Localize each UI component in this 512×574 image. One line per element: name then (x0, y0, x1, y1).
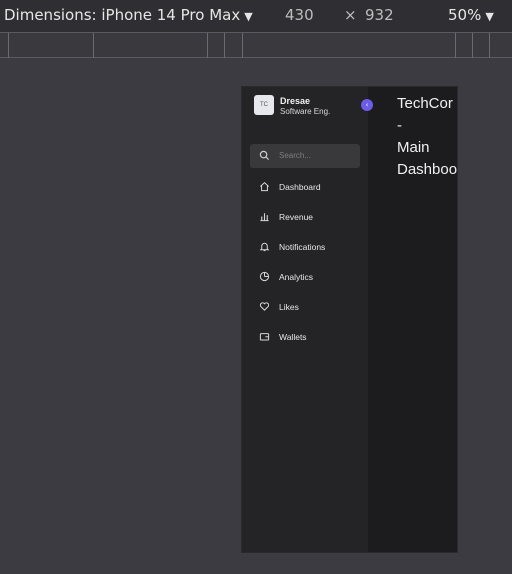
ruler-tick[interactable] (224, 33, 225, 58)
sidebar: TC Dresae Software Eng. Search... Dashbo… (242, 87, 368, 552)
sidebar-item-label: Wallets (279, 332, 307, 342)
media-query-ruler (0, 32, 512, 58)
pie-chart-icon (259, 271, 270, 282)
zoom-value: 50% (448, 6, 482, 24)
home-icon (260, 181, 269, 192)
page-title-line: TechCor (397, 95, 453, 112)
sidebar-item-label: Notifications (279, 242, 326, 252)
user-role: Software Eng. (280, 107, 331, 116)
zoom-selector[interactable]: 50% ▼ (448, 6, 494, 24)
caret-down-icon: ▼ (244, 10, 253, 23)
ruler-tick[interactable] (93, 33, 94, 58)
sidebar-item-label: Analytics (279, 272, 314, 282)
user-name: Dresae (280, 96, 311, 106)
sidebar-item-wallets[interactable]: Wallets (242, 325, 368, 349)
height-input[interactable]: 932 (365, 6, 394, 24)
heart-icon (259, 302, 270, 311)
sidebar-item-likes[interactable]: Likes (242, 295, 368, 319)
dimension-separator: × (344, 6, 357, 24)
wallet-icon (259, 333, 270, 341)
ruler-tick[interactable] (489, 33, 490, 58)
sidebar-item-label: Dashboard (279, 182, 321, 192)
sidebar-item-analytics[interactable]: Analytics (242, 265, 368, 289)
page-title: TechCor - Main Dashboo (397, 93, 457, 181)
devtools-toolbar: Dimensions: iPhone 14 Pro Max ▼ 430 × 932… (0, 0, 512, 32)
device-viewport: TC Dresae Software Eng. Search... Dashbo… (241, 86, 458, 553)
sidebar-item-label: Revenue (279, 212, 314, 222)
search-icon (259, 150, 270, 161)
ruler-tick[interactable] (207, 33, 208, 58)
sidebar-item-dashboard[interactable]: Dashboard (242, 175, 368, 199)
sidebar-item-notifications[interactable]: Notifications (242, 235, 368, 259)
page-title-line: Main (397, 139, 430, 156)
ruler-tick[interactable] (242, 33, 243, 58)
device-label: Dimensions: iPhone 14 Pro Max (4, 6, 241, 24)
ruler-tick[interactable] (472, 33, 473, 58)
avatar: TC (254, 95, 274, 115)
page-title-line: - (397, 117, 402, 134)
caret-down-icon: ▼ (485, 10, 494, 23)
device-selector[interactable]: Dimensions: iPhone 14 Pro Max ▼ (4, 6, 253, 24)
sidebar-item-revenue[interactable]: Revenue (242, 205, 368, 229)
search-placeholder: Search... (279, 151, 312, 160)
ruler-tick[interactable] (8, 33, 9, 58)
sidebar-item-label: Likes (279, 302, 299, 312)
ruler-tick[interactable] (455, 33, 456, 58)
bar-chart-icon (260, 213, 269, 222)
search-input[interactable]: Search... (250, 144, 360, 168)
sidebar-toggle-button[interactable]: ‹ (361, 99, 373, 111)
chevron-left-icon: ‹ (365, 101, 369, 109)
page-title-line: Dashboo (397, 161, 458, 178)
bell-icon (259, 242, 270, 252)
width-input[interactable]: 430 (285, 6, 314, 24)
